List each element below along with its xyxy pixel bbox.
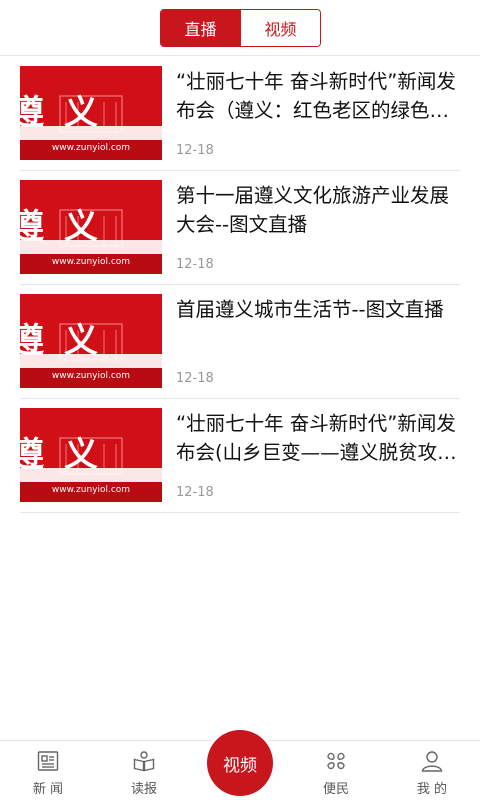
book-icon xyxy=(132,749,156,773)
news-item[interactable]: 遵义 www.zunyiol.com “壮丽七十年 奋斗新时代”新闻发布会（遵义… xyxy=(20,57,460,171)
news-thumbnail: 遵义 www.zunyiol.com xyxy=(20,408,162,502)
logo-text: 遵义 xyxy=(20,207,118,247)
news-date: 12-18 xyxy=(176,257,214,272)
news-item[interactable]: 遵义 www.zunyiol.com “壮丽七十年 奋斗新时代”新闻发布会(山乡… xyxy=(20,399,460,513)
logo-text: 遵义 xyxy=(20,435,118,475)
news-list: 遵义 www.zunyiol.com “壮丽七十年 奋斗新时代”新闻发布会（遵义… xyxy=(20,57,460,513)
site-url: www.zunyiol.com xyxy=(52,485,130,495)
news-item[interactable]: 遵义 www.zunyiol.com 第十一届遵义文化旅游产业发展大会--图文直… xyxy=(20,171,460,285)
news-title: 第十一届遵义文化旅游产业发展大会--图文直播 xyxy=(176,184,450,236)
nav-service-label: 便民 xyxy=(322,782,349,797)
news-title: “壮丽七十年 奋斗新时代”新闻发布会（遵义：红色老区的绿色发展之路） xyxy=(176,70,456,122)
tab-live[interactable]: 直播 xyxy=(161,10,240,46)
news-thumbnail: 遵义 www.zunyiol.com xyxy=(20,66,162,160)
news-title: 首届遵义城市生活节--图文直播 xyxy=(176,298,444,321)
news-thumbnail: 遵义 www.zunyiol.com xyxy=(20,180,162,274)
grid-icon xyxy=(324,749,348,773)
news-date: 12-18 xyxy=(176,143,214,158)
nav-service[interactable]: 便民 xyxy=(288,741,384,800)
logo-text: 遵义 xyxy=(20,321,118,361)
news-item[interactable]: 遵义 www.zunyiol.com 首届遵义城市生活节--图文直播 12-18 xyxy=(20,285,460,399)
nav-read-label: 读报 xyxy=(130,782,157,797)
news-date: 12-18 xyxy=(176,485,214,500)
site-url: www.zunyiol.com xyxy=(52,371,130,381)
site-url: www.zunyiol.com xyxy=(52,257,130,267)
top-bar: 直播 视频 xyxy=(0,0,480,56)
nav-read[interactable]: 读报 xyxy=(96,741,192,800)
nav-news-label: 新 闻 xyxy=(32,782,64,797)
user-icon xyxy=(420,749,444,773)
tab-video[interactable]: 视频 xyxy=(240,10,320,46)
nav-mine-label: 我 的 xyxy=(416,782,448,797)
segmented-tabs: 直播 视频 xyxy=(160,9,321,47)
newspaper-icon xyxy=(36,749,60,773)
video-center-button[interactable]: 视频 xyxy=(207,730,273,796)
site-url: www.zunyiol.com xyxy=(52,143,130,153)
news-date: 12-18 xyxy=(176,371,214,386)
logo-text: 遵义 xyxy=(20,93,118,133)
news-thumbnail: 遵义 www.zunyiol.com xyxy=(20,294,162,388)
news-title: “壮丽七十年 奋斗新时代”新闻发布会(山乡巨变——遵义脱贫攻坚) xyxy=(176,412,456,464)
nav-news[interactable]: 新 闻 xyxy=(0,741,96,800)
nav-mine[interactable]: 我 的 xyxy=(384,741,480,800)
